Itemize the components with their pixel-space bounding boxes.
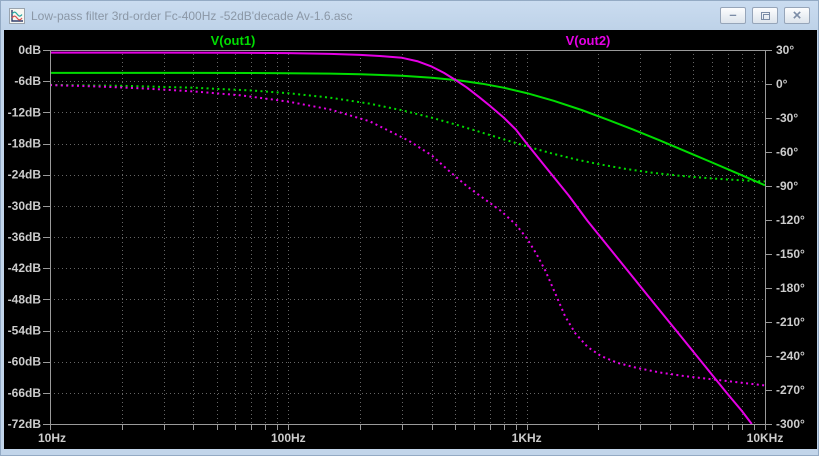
- legend: V(out1) V(out2): [211, 33, 611, 48]
- phase-tick-label: -30°: [776, 111, 798, 125]
- maximize-button[interactable]: [752, 7, 778, 24]
- plot-region: 0dB -6dB -12dB -18dB -24dB -30dB -36dB -42dB -48…: [4, 30, 817, 449]
- phase-tick-label: -270°: [776, 383, 805, 397]
- ltspice-waveform-window: Low-pass filter 3rd-order Fc-400Hz -52dB…: [0, 0, 819, 456]
- phase-tick-label: -210°: [776, 315, 805, 329]
- minimize-button[interactable]: –: [720, 7, 746, 24]
- freq-tick-label: 1KHz: [512, 431, 542, 445]
- legend-item-vout1[interactable]: V(out1): [211, 33, 256, 48]
- db-tick-label: -36dB: [8, 230, 42, 244]
- waveform-plot-icon: [9, 7, 25, 24]
- window-controls: – ×: [720, 7, 810, 24]
- phase-tick-label: -150°: [776, 247, 805, 261]
- phase-tick-label: 0°: [776, 77, 788, 91]
- legend-item-vout2[interactable]: V(out2): [566, 33, 611, 48]
- phase-tick-label: -90°: [776, 179, 798, 193]
- window-titlebar[interactable]: Low-pass filter 3rd-order Fc-400Hz -52dB…: [1, 1, 818, 30]
- window-title: Low-pass filter 3rd-order Fc-400Hz -52dB…: [31, 8, 353, 23]
- db-tick-label: -72dB: [8, 417, 42, 431]
- axis-ticks: [43, 50, 772, 430]
- phase-tick-label: -60°: [776, 145, 798, 159]
- axis-labels: 0dB -6dB -12dB -18dB -24dB -30dB -36dB -42dB -48…: [8, 43, 805, 445]
- db-tick-label: -60dB: [8, 355, 42, 369]
- freq-tick-label: 10KHz: [747, 431, 784, 445]
- db-tick-label: -30dB: [8, 199, 42, 213]
- db-tick-label: 0dB: [18, 43, 41, 57]
- traces: [50, 51, 766, 425]
- phase-tick-label: -300°: [776, 417, 805, 431]
- close-button[interactable]: ×: [784, 7, 810, 24]
- minimize-icon: –: [729, 6, 737, 22]
- close-icon: ×: [792, 7, 802, 24]
- db-tick-label: -6dB: [14, 74, 41, 88]
- bode-plot-canvas[interactable]: 0dB -6dB -12dB -18dB -24dB -30dB -36dB -42dB -48…: [4, 30, 817, 449]
- maximize-icon: [760, 11, 770, 20]
- gridlines: [50, 50, 765, 424]
- phase-tick-label: -120°: [776, 213, 805, 227]
- freq-tick-label: 10Hz: [38, 431, 66, 445]
- db-tick-label: -66dB: [8, 386, 42, 400]
- db-tick-label: -18dB: [8, 137, 42, 151]
- phase-tick-label: -240°: [776, 349, 805, 363]
- db-tick-label: -12dB: [8, 105, 42, 119]
- trace-v-out2-magnitude: [50, 51, 753, 425]
- phase-tick-label: -180°: [776, 281, 805, 295]
- trace-v-out1-phase: [50, 83, 766, 183]
- db-tick-label: -48dB: [8, 292, 42, 306]
- db-tick-label: -54dB: [8, 324, 42, 338]
- db-tick-label: -42dB: [8, 261, 42, 275]
- freq-tick-label: 100Hz: [271, 431, 306, 445]
- db-tick-label: -24dB: [8, 168, 42, 182]
- phase-tick-label: 30°: [776, 43, 794, 57]
- trace-v-out1-magnitude: [50, 71, 766, 187]
- trace-v-out2-phase: [50, 84, 766, 387]
